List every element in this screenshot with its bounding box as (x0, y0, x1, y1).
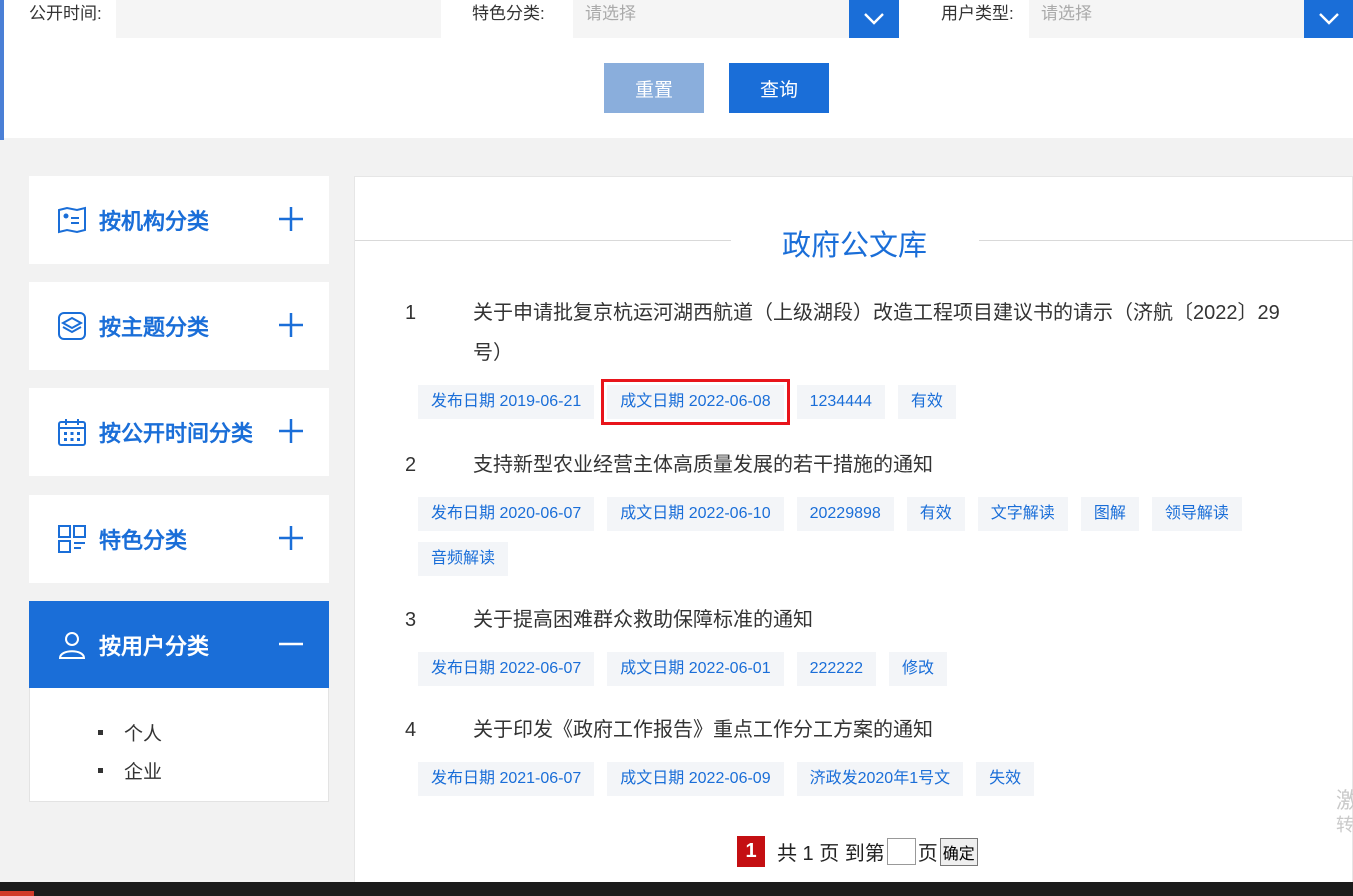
minus-icon[interactable] (277, 630, 305, 658)
doc-code-tag[interactable]: 222222 (796, 652, 876, 686)
confirm-button[interactable]: 确定 (939, 837, 978, 866)
plus-icon[interactable] (277, 524, 305, 552)
sub-item-label: 个人 (124, 723, 163, 745)
document-number: 4 (405, 719, 417, 741)
sub-item-personal[interactable]: 个人 (30, 713, 328, 751)
leader-interpretation-tag[interactable]: 领导解读 (1151, 497, 1242, 531)
feature-placeholder: 请选择 (585, 4, 636, 23)
plus-icon[interactable] (277, 417, 305, 445)
document-item: 4 关于印发《政府工作报告》重点工作分工方案的通知 发布日期 2021-06-0… (405, 710, 1305, 807)
sub-item-enterprise[interactable]: 企业 (30, 751, 328, 789)
layers-icon (57, 311, 87, 341)
document-item: 2 支持新型农业经营主体高质量发展的若干措施的通知 发布日期 2020-06-0… (405, 445, 1305, 587)
institution-icon (57, 205, 87, 235)
user-sub-list: 个人 企业 (29, 688, 329, 802)
plus-icon[interactable] (277, 311, 305, 339)
document-number: 1 (405, 302, 417, 324)
user-type-label: 用户类型: (941, 4, 1014, 23)
sub-item-label: 企业 (124, 761, 163, 783)
page-jump-input[interactable] (886, 838, 916, 865)
status-tag[interactable]: 有效 (906, 497, 965, 531)
bullet-icon (98, 729, 103, 735)
publish-date-tag[interactable]: 发布日期 2021-06-07 (418, 762, 595, 796)
status-tag[interactable]: 失效 (976, 762, 1035, 796)
sidebar-item-feature[interactable]: 特色分类 (29, 495, 329, 583)
document-number: 2 (405, 454, 417, 476)
grid-icon (57, 524, 87, 554)
document-title-link[interactable]: 关于申请批复京杭运河湖西航道（上级湖段）改造工程项目建议书的请示（济航〔2022… (473, 293, 1305, 373)
current-page[interactable]: 1 (737, 836, 765, 867)
doc-code-tag[interactable]: 济政发2020年1号文 (796, 762, 964, 796)
status-tag[interactable]: 有效 (897, 385, 956, 419)
status-tag[interactable]: 修改 (888, 652, 947, 686)
query-button[interactable]: 查询 (729, 63, 829, 113)
document-item: 1 关于申请批复京杭运河湖西航道（上级湖段）改造工程项目建议书的请示（济航〔20… (405, 293, 1305, 430)
document-title-link[interactable]: 支持新型农业经营主体高质量发展的若干措施的通知 (473, 445, 933, 485)
document-title-link[interactable]: 关于印发《政府工作报告》重点工作分工方案的通知 (473, 710, 933, 750)
filter-panel: 公开时间: 特色分类: 请选择 用户类型: 请选择 重置 查询 (4, 0, 1353, 138)
audio-interpretation-tag[interactable]: 音频解读 (418, 542, 509, 576)
public-time-input[interactable] (116, 0, 441, 38)
user-type-dropdown-button[interactable] (1304, 0, 1353, 38)
document-number: 3 (405, 609, 417, 631)
written-date-tag[interactable]: 成文日期 2022-06-09 (607, 762, 784, 796)
sidebar-item-label: 特色分类 (99, 528, 188, 553)
taskbar-app-icon[interactable] (0, 891, 34, 896)
written-date-tag[interactable]: 成文日期 2022-06-10 (607, 497, 784, 531)
edge-text: 转 (1336, 815, 1353, 835)
doc-code-tag[interactable]: 1234444 (796, 385, 885, 419)
user-icon (57, 630, 87, 660)
sidebar-item-public-time[interactable]: 按公开时间分类 (29, 388, 329, 476)
doc-code-tag[interactable]: 20229898 (796, 497, 894, 531)
reset-button[interactable]: 重置 (604, 63, 704, 113)
written-date-tag[interactable]: 成文日期 2022-06-01 (607, 652, 784, 686)
public-time-label: 公开时间: (29, 4, 102, 23)
text-interpretation-tag[interactable]: 文字解读 (977, 497, 1068, 531)
feature-label: 特色分类: (472, 4, 545, 23)
feature-select[interactable]: 请选择 (573, 0, 849, 38)
chevron-down-icon (1319, 13, 1339, 25)
sidebar-item-label: 按主题分类 (99, 315, 210, 340)
sidebar-item-label: 按公开时间分类 (99, 421, 254, 446)
graphic-interpretation-tag[interactable]: 图解 (1080, 497, 1139, 531)
pager-total-text: 共 1 页 到第 (777, 843, 885, 865)
pager-page-text: 页 (917, 843, 938, 865)
publish-date-tag[interactable]: 发布日期 2020-06-07 (418, 497, 595, 531)
chevron-down-icon (864, 13, 884, 25)
sidebar-item-user[interactable]: 按用户分类 (29, 601, 329, 688)
pagination: 1 共 1 页 到第 页 确定 (737, 836, 978, 867)
user-type-placeholder: 请选择 (1041, 4, 1092, 23)
publish-date-tag[interactable]: 发布日期 2022-06-07 (418, 652, 595, 686)
bullet-icon (98, 767, 103, 773)
page-title: 政府公文库 (781, 230, 927, 262)
publish-date-tag[interactable]: 发布日期 2019-06-21 (418, 385, 595, 419)
sidebar-item-label: 按用户分类 (99, 633, 210, 659)
calendar-icon (57, 417, 87, 447)
feature-dropdown-button[interactable] (849, 0, 899, 38)
document-title-link[interactable]: 关于提高困难群众救助保障标准的通知 (473, 600, 813, 640)
taskbar (0, 882, 1353, 896)
user-type-select[interactable]: 请选择 (1029, 0, 1305, 38)
sidebar-item-institution[interactable]: 按机构分类 (29, 176, 329, 264)
sidebar-item-theme[interactable]: 按主题分类 (29, 282, 329, 370)
written-date-tag[interactable]: 成文日期 2022-06-08 (601, 379, 790, 425)
sidebar-item-label: 按机构分类 (99, 209, 210, 234)
document-library-panel: 政府公文库 1 关于申请批复京杭运河湖西航道（上级湖段）改造工程项目建议书的请示… (354, 176, 1353, 896)
plus-icon[interactable] (277, 205, 305, 233)
document-item: 3 关于提高困难群众救助保障标准的通知 发布日期 2022-06-07 成文日期… (405, 600, 1305, 697)
